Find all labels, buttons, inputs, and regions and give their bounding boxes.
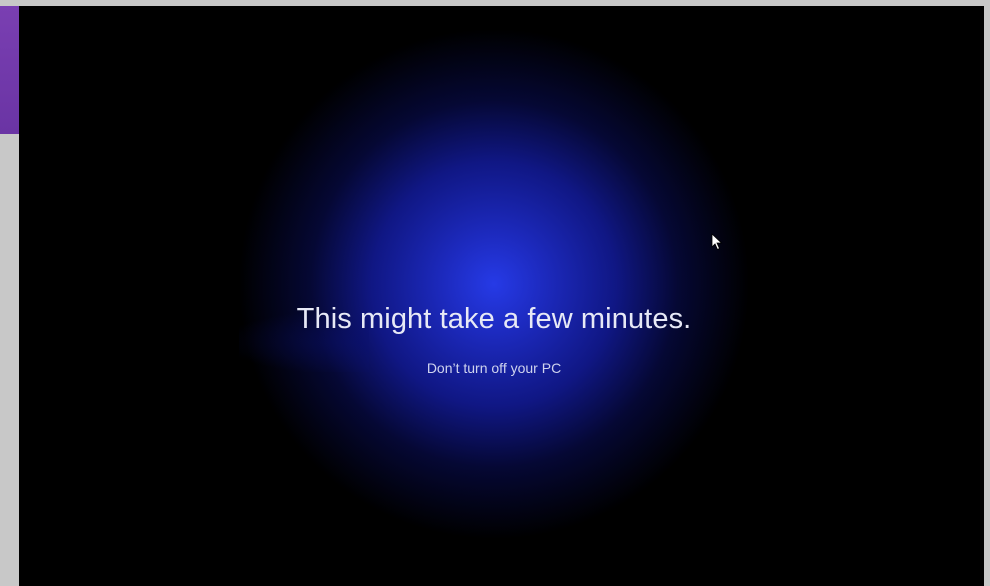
side-accent-strip bbox=[0, 6, 19, 134]
setup-screen: This might take a few minutes. Don’t tur… bbox=[19, 6, 984, 586]
setup-title: This might take a few minutes. bbox=[296, 303, 692, 335]
setup-subtitle: Don’t turn off your PC bbox=[426, 360, 562, 376]
mouse-pointer-icon bbox=[711, 233, 723, 251]
blue-glow-background bbox=[19, 6, 984, 586]
window-frame: This might take a few minutes. Don’t tur… bbox=[0, 0, 990, 586]
